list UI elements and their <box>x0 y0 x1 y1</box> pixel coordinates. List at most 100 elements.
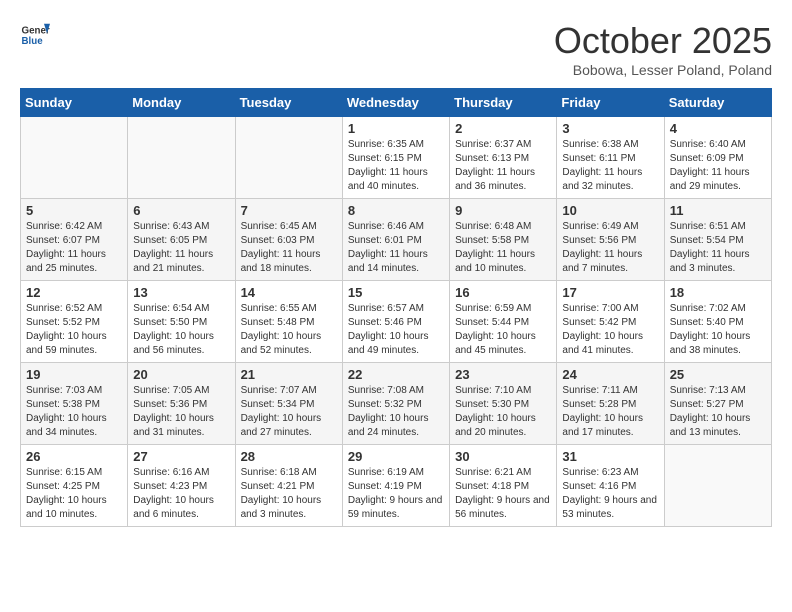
calendar-week-row: 26 Sunrise: 6:15 AM Sunset: 4:25 PM Dayli… <box>21 445 772 527</box>
day-number: 31 <box>562 449 658 464</box>
day-number: 6 <box>133 203 229 218</box>
day-number: 7 <box>241 203 337 218</box>
day-info: Sunrise: 7:08 AM Sunset: 5:32 PM Dayligh… <box>348 384 444 440</box>
calendar-day-cell <box>21 117 128 199</box>
day-info: Sunrise: 6:57 AM Sunset: 5:46 PM Dayligh… <box>348 302 444 358</box>
day-number: 11 <box>670 203 766 218</box>
day-number: 29 <box>348 449 444 464</box>
day-number: 22 <box>348 367 444 382</box>
calendar-week-row: 5 Sunrise: 6:42 AM Sunset: 6:07 PM Daylig… <box>21 199 772 281</box>
day-info: Sunrise: 6:38 AM Sunset: 6:11 PM Dayligh… <box>562 138 658 194</box>
calendar-day-cell: 28 Sunrise: 6:18 AM Sunset: 4:21 PM Dayli… <box>235 445 342 527</box>
day-of-week-header: Friday <box>557 89 664 117</box>
day-info: Sunrise: 6:52 AM Sunset: 5:52 PM Dayligh… <box>26 302 122 358</box>
day-number: 24 <box>562 367 658 382</box>
day-number: 18 <box>670 285 766 300</box>
title-area: October 2025 Bobowa, Lesser Poland, Pola… <box>554 20 772 78</box>
day-number: 21 <box>241 367 337 382</box>
calendar-day-cell: 3 Sunrise: 6:38 AM Sunset: 6:11 PM Daylig… <box>557 117 664 199</box>
calendar-day-cell: 21 Sunrise: 7:07 AM Sunset: 5:34 PM Dayli… <box>235 363 342 445</box>
calendar-day-cell: 17 Sunrise: 7:00 AM Sunset: 5:42 PM Dayli… <box>557 281 664 363</box>
day-info: Sunrise: 6:48 AM Sunset: 5:58 PM Dayligh… <box>455 220 551 276</box>
calendar-day-cell: 9 Sunrise: 6:48 AM Sunset: 5:58 PM Daylig… <box>450 199 557 281</box>
calendar-day-cell: 31 Sunrise: 6:23 AM Sunset: 4:16 PM Dayli… <box>557 445 664 527</box>
day-info: Sunrise: 7:02 AM Sunset: 5:40 PM Dayligh… <box>670 302 766 358</box>
day-info: Sunrise: 7:11 AM Sunset: 5:28 PM Dayligh… <box>562 384 658 440</box>
day-of-week-header: Wednesday <box>342 89 449 117</box>
day-of-week-header: Tuesday <box>235 89 342 117</box>
day-number: 19 <box>26 367 122 382</box>
day-of-week-header: Monday <box>128 89 235 117</box>
location-subtitle: Bobowa, Lesser Poland, Poland <box>554 62 772 78</box>
day-info: Sunrise: 6:35 AM Sunset: 6:15 PM Dayligh… <box>348 138 444 194</box>
calendar-day-cell <box>128 117 235 199</box>
day-info: Sunrise: 6:49 AM Sunset: 5:56 PM Dayligh… <box>562 220 658 276</box>
calendar-day-cell: 12 Sunrise: 6:52 AM Sunset: 5:52 PM Dayli… <box>21 281 128 363</box>
logo-icon: General Blue <box>20 20 50 50</box>
calendar-day-cell: 29 Sunrise: 6:19 AM Sunset: 4:19 PM Dayli… <box>342 445 449 527</box>
day-number: 10 <box>562 203 658 218</box>
logo: General Blue <box>20 20 50 50</box>
day-number: 20 <box>133 367 229 382</box>
calendar-day-cell: 4Sunrise: 6:40 AM Sunset: 6:09 PM Daylig… <box>664 117 771 199</box>
page-header: General Blue October 2025 Bobowa, Lesser… <box>20 20 772 78</box>
day-number: 15 <box>348 285 444 300</box>
day-number: 12 <box>26 285 122 300</box>
day-number: 1 <box>348 121 444 136</box>
day-info: Sunrise: 6:18 AM Sunset: 4:21 PM Dayligh… <box>241 466 337 522</box>
calendar-day-cell: 26 Sunrise: 6:15 AM Sunset: 4:25 PM Dayli… <box>21 445 128 527</box>
calendar-day-cell: 22 Sunrise: 7:08 AM Sunset: 5:32 PM Dayli… <box>342 363 449 445</box>
calendar-day-cell: 20 Sunrise: 7:05 AM Sunset: 5:36 PM Dayli… <box>128 363 235 445</box>
svg-text:Blue: Blue <box>22 36 44 47</box>
day-info: Sunrise: 6:16 AM Sunset: 4:23 PM Dayligh… <box>133 466 229 522</box>
calendar-week-row: 1 Sunrise: 6:35 AM Sunset: 6:15 PM Daylig… <box>21 117 772 199</box>
day-number: 30 <box>455 449 551 464</box>
calendar-day-cell: 10 Sunrise: 6:49 AM Sunset: 5:56 PM Dayli… <box>557 199 664 281</box>
day-number: 2 <box>455 121 551 136</box>
day-number: 9 <box>455 203 551 218</box>
day-info: Sunrise: 7:10 AM Sunset: 5:30 PM Dayligh… <box>455 384 551 440</box>
calendar-day-cell: 1 Sunrise: 6:35 AM Sunset: 6:15 PM Daylig… <box>342 117 449 199</box>
calendar-day-cell: 27 Sunrise: 6:16 AM Sunset: 4:23 PM Dayli… <box>128 445 235 527</box>
calendar-day-cell <box>235 117 342 199</box>
day-info: Sunrise: 6:43 AM Sunset: 6:05 PM Dayligh… <box>133 220 229 276</box>
calendar-day-cell: 8Sunrise: 6:46 AM Sunset: 6:01 PM Daylig… <box>342 199 449 281</box>
day-info: Sunrise: 6:23 AM Sunset: 4:16 PM Dayligh… <box>562 466 658 522</box>
day-number: 14 <box>241 285 337 300</box>
calendar-day-cell: 30 Sunrise: 6:21 AM Sunset: 4:18 PM Dayli… <box>450 445 557 527</box>
day-number: 13 <box>133 285 229 300</box>
day-of-week-header: Thursday <box>450 89 557 117</box>
day-info: Sunrise: 7:05 AM Sunset: 5:36 PM Dayligh… <box>133 384 229 440</box>
day-info: Sunrise: 6:21 AM Sunset: 4:18 PM Dayligh… <box>455 466 551 522</box>
day-number: 3 <box>562 121 658 136</box>
calendar-day-cell: 24 Sunrise: 7:11 AM Sunset: 5:28 PM Dayli… <box>557 363 664 445</box>
day-info: Sunrise: 7:07 AM Sunset: 5:34 PM Dayligh… <box>241 384 337 440</box>
day-info: Sunrise: 6:19 AM Sunset: 4:19 PM Dayligh… <box>348 466 444 522</box>
day-info: Sunrise: 6:55 AM Sunset: 5:48 PM Dayligh… <box>241 302 337 358</box>
calendar-day-cell: 6 Sunrise: 6:43 AM Sunset: 6:05 PM Daylig… <box>128 199 235 281</box>
calendar-day-cell: 23Sunrise: 7:10 AM Sunset: 5:30 PM Dayli… <box>450 363 557 445</box>
day-info: Sunrise: 6:45 AM Sunset: 6:03 PM Dayligh… <box>241 220 337 276</box>
calendar-day-cell: 11Sunrise: 6:51 AM Sunset: 5:54 PM Dayli… <box>664 199 771 281</box>
day-info: Sunrise: 7:13 AM Sunset: 5:27 PM Dayligh… <box>670 384 766 440</box>
calendar-day-cell: 19 Sunrise: 7:03 AM Sunset: 5:38 PM Dayli… <box>21 363 128 445</box>
day-number: 8 <box>348 203 444 218</box>
calendar-day-cell <box>664 445 771 527</box>
calendar-day-cell: 5 Sunrise: 6:42 AM Sunset: 6:07 PM Daylig… <box>21 199 128 281</box>
calendar-day-cell: 13Sunrise: 6:54 AM Sunset: 5:50 PM Dayli… <box>128 281 235 363</box>
day-info: Sunrise: 6:37 AM Sunset: 6:13 PM Dayligh… <box>455 138 551 194</box>
day-info: Sunrise: 7:03 AM Sunset: 5:38 PM Dayligh… <box>26 384 122 440</box>
day-info: Sunrise: 6:40 AM Sunset: 6:09 PM Dayligh… <box>670 138 766 194</box>
day-number: 25 <box>670 367 766 382</box>
day-info: Sunrise: 6:42 AM Sunset: 6:07 PM Dayligh… <box>26 220 122 276</box>
day-info: Sunrise: 6:59 AM Sunset: 5:44 PM Dayligh… <box>455 302 551 358</box>
calendar-header-row: SundayMondayTuesdayWednesdayThursdayFrid… <box>21 89 772 117</box>
day-number: 28 <box>241 449 337 464</box>
day-number: 26 <box>26 449 122 464</box>
day-number: 27 <box>133 449 229 464</box>
day-info: Sunrise: 7:00 AM Sunset: 5:42 PM Dayligh… <box>562 302 658 358</box>
day-info: Sunrise: 6:15 AM Sunset: 4:25 PM Dayligh… <box>26 466 122 522</box>
day-number: 5 <box>26 203 122 218</box>
month-title: October 2025 <box>554 20 772 62</box>
day-number: 17 <box>562 285 658 300</box>
